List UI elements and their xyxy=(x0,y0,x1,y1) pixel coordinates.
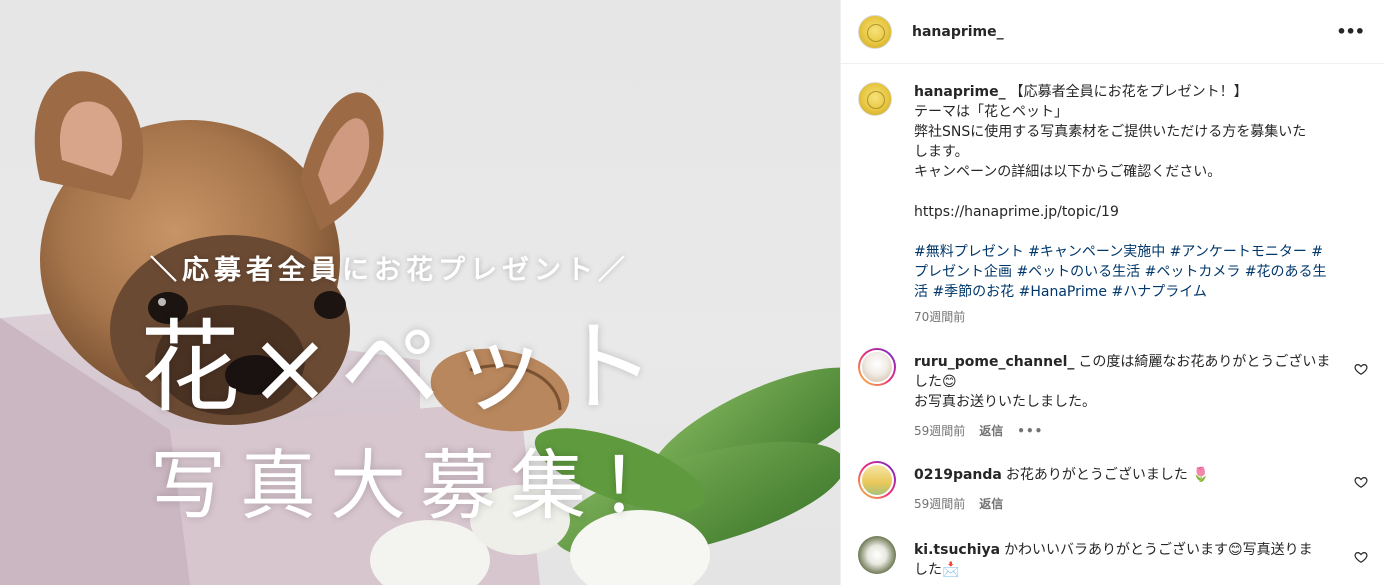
comment-line: した😊 xyxy=(914,374,957,390)
caption-line xyxy=(914,182,1358,202)
post-author-username[interactable]: hanaprime_ xyxy=(912,24,1004,40)
comment-username[interactable]: 0219panda xyxy=(914,467,1002,483)
caption-timestamp[interactable]: 70週間前 xyxy=(914,308,965,325)
caption-line: キャンペーンの詳細は以下からご確認ください。 xyxy=(914,164,1222,180)
comment-line: お写真お送りいたしました。 xyxy=(914,394,1096,410)
comment-meta: 59週間前 返信 xyxy=(914,495,1003,512)
caption-hashtags[interactable]: 活 #季節のお花 #HanaPrime #ハナプライム xyxy=(914,282,1358,302)
avatar[interactable] xyxy=(858,461,896,499)
post-header: hanaprime_ ••• xyxy=(841,0,1384,64)
comment-timestamp[interactable]: 59週間前 xyxy=(914,495,965,512)
heart-icon[interactable] xyxy=(1354,475,1368,489)
comment-line: した📩 xyxy=(914,562,960,578)
caption-line xyxy=(914,222,1358,242)
post-image[interactable]: ＼応募者全員にお花プレゼント／ 花×ペット 写真大募集！ xyxy=(0,0,840,585)
avatar[interactable] xyxy=(858,536,896,574)
comment-line: この度は綺麗なお花ありがとうございま xyxy=(1078,354,1331,370)
caption-meta: 70週間前 xyxy=(914,308,965,325)
comment-username[interactable]: ki.tsuchiya xyxy=(914,542,1000,558)
comment-timestamp[interactable]: 59週間前 xyxy=(914,422,965,439)
caption-username[interactable]: hanaprime_ xyxy=(914,84,1006,100)
post-side-panel: hanaprime_ ••• hanaprime_ 【応募者全員にお花をプレゼント… xyxy=(840,0,1384,585)
avatar[interactable] xyxy=(858,348,896,386)
caption-hashtags[interactable]: プレゼント企画 #ペットのいる生活 #ペットカメラ #花のある生 xyxy=(914,262,1358,282)
comment-line: お花ありがとうございました 🌷 xyxy=(1005,467,1210,483)
heart-icon[interactable] xyxy=(1354,362,1368,376)
comment-username[interactable]: ruru_pome_channel_ xyxy=(914,354,1074,370)
image-subtitle: ＼応募者全員にお花プレゼント／ xyxy=(150,255,630,286)
caption-hashtags[interactable]: #無料プレゼント #キャンペーン実施中 #アンケートモニター # xyxy=(914,242,1358,262)
caption-link[interactable]: https://hanaprime.jp/topic/19 xyxy=(914,202,1358,222)
caption-text: hanaprime_ 【応募者全員にお花をプレゼント！】 テーマは「花とペット」 … xyxy=(914,82,1358,302)
heart-icon[interactable] xyxy=(1354,550,1368,564)
comment-meta: 59週間前 返信 ••• xyxy=(914,422,1043,439)
comment-text: ruru_pome_channel_ この度は綺麗なお花ありがとうございま した😊… xyxy=(914,352,1358,412)
image-title: 花×ペット xyxy=(140,309,664,426)
caption-line: 【応募者全員にお花をプレゼント！】 xyxy=(1009,84,1248,100)
comment-line: かわいいバラありがとうございます😊写真送りま xyxy=(1004,542,1313,558)
comment-text: ki.tsuchiya かわいいバラありがとうございます😊写真送りま した📩 xyxy=(914,540,1358,580)
reply-button[interactable]: 返信 xyxy=(979,422,1003,439)
caption-line: します。 xyxy=(914,144,969,160)
caption-line: テーマは「花とペット」 xyxy=(914,104,1068,120)
image-subtitle-2: 写真大募集！ xyxy=(150,441,690,530)
comment-text: 0219panda お花ありがとうございました 🌷 xyxy=(914,465,1358,485)
more-horizontal-icon[interactable]: ••• xyxy=(1336,22,1365,41)
caption-avatar[interactable] xyxy=(858,82,892,116)
avatar[interactable] xyxy=(858,14,892,49)
caption-line: 弊社SNSに使用する写真素材をご提供いただける方を募集いた xyxy=(914,124,1307,140)
more-options-icon[interactable]: ••• xyxy=(1017,424,1043,438)
reply-button[interactable]: 返信 xyxy=(979,495,1003,512)
